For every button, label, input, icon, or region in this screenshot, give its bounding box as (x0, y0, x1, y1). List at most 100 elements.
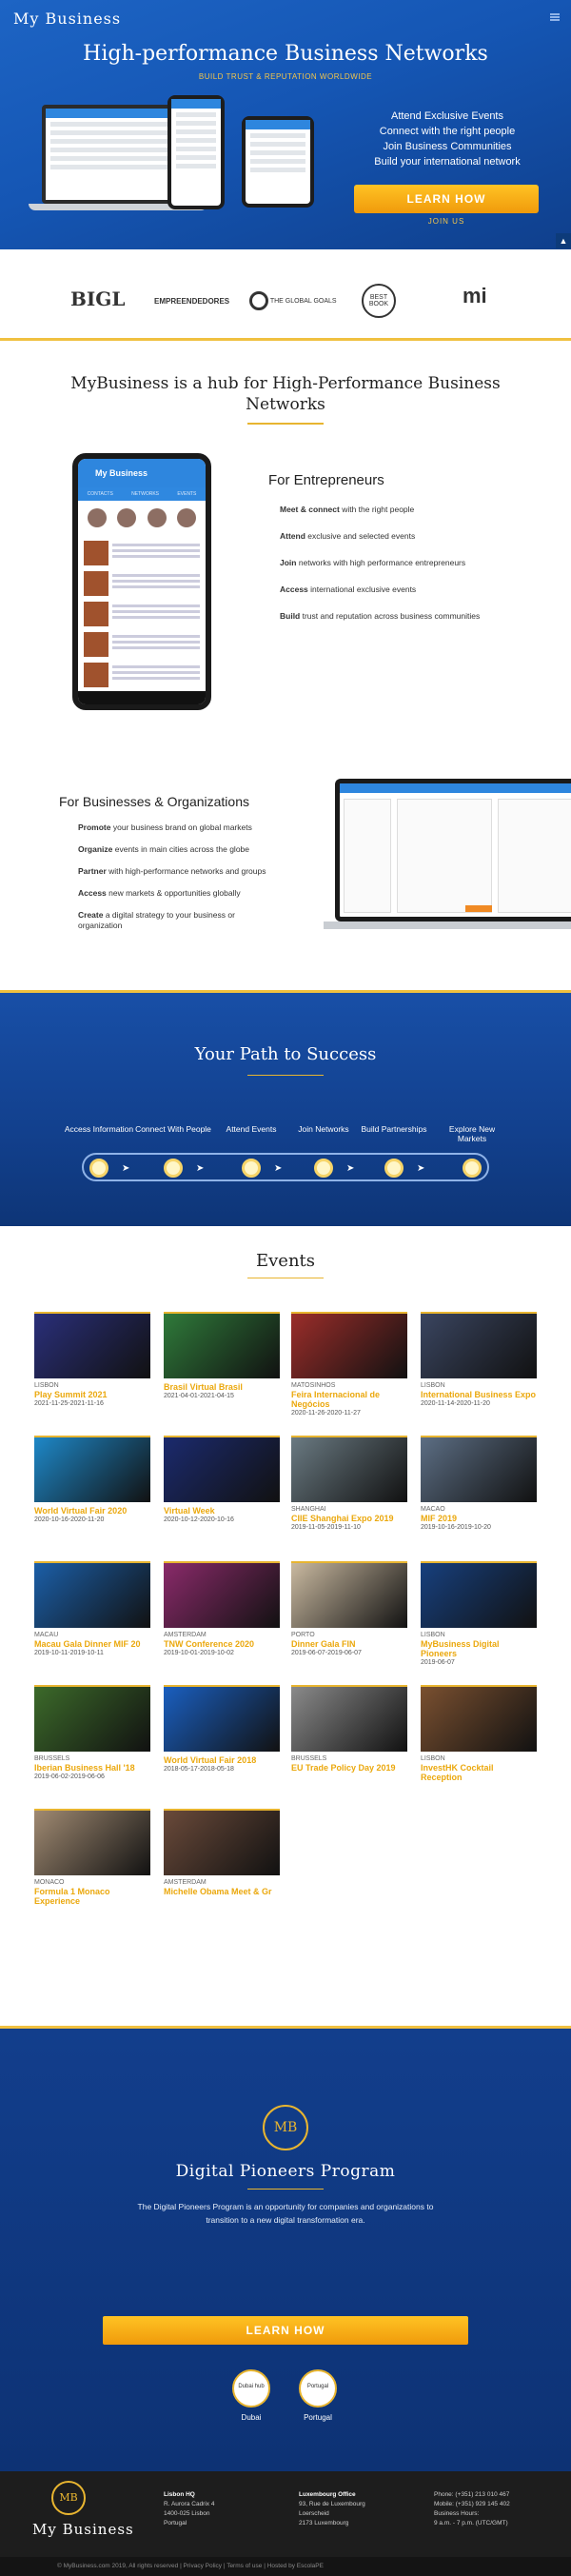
learn-how-button[interactable]: LEARN HOW (354, 185, 539, 213)
event-image[interactable] (164, 1436, 280, 1502)
event-image[interactable] (34, 1436, 150, 1502)
event-title[interactable]: Formula 1 Monaco Experience (34, 1887, 150, 1906)
phone-mockup (167, 95, 225, 209)
partner-logo: THE GLOBAL GOALS (249, 291, 337, 329)
event-title[interactable]: Feira Internacional de Negócios (291, 1390, 407, 1409)
partner-logo: EMPREENDEDORES (154, 297, 230, 306)
hero-benefit: Connect with the right people (379, 126, 516, 137)
event-title[interactable]: InvestHK Cocktail Reception (421, 1763, 537, 1782)
event-title[interactable]: World Virtual Fair 2018 (164, 1755, 280, 1765)
event-card[interactable]: MACAO MIF 2019 2019-10-16-2019-10-20 (421, 1436, 537, 1559)
event-title[interactable]: Play Summit 2021 (34, 1390, 150, 1399)
event-card[interactable]: MONACO Formula 1 Monaco Experience (34, 1809, 150, 1932)
path-step-label: Attend Events (226, 1124, 277, 1134)
list-item: Access new markets & opportunities globa… (78, 888, 241, 898)
event-card[interactable]: AMSTERDAM Michelle Obama Meet & Gr (164, 1809, 280, 1932)
chevron-up-icon[interactable]: ▲ (556, 233, 571, 248)
event-image[interactable] (164, 1561, 280, 1628)
hero-title: High-performance Business Networks (83, 42, 488, 66)
path-step-label: Join Networks (298, 1124, 349, 1134)
event-city: MACAO (421, 1506, 445, 1513)
list-item: Promote your business brand on global ma… (78, 822, 252, 832)
event-card[interactable]: MATOSINHOS Feira Internacional de Negócio… (291, 1312, 407, 1436)
path-node (89, 1159, 108, 1178)
event-title[interactable]: Dinner Gala FIN (291, 1639, 407, 1649)
event-card[interactable]: Brasil Virtual Brasil 2021-04-01-2021-04-… (164, 1312, 280, 1436)
event-date: 2019-10-11-2019-10-11 (34, 1650, 104, 1656)
hero-benefit: Build your international network (374, 156, 521, 168)
event-image[interactable] (164, 1312, 280, 1378)
event-card[interactable]: BRUSSELS EU Trade Policy Day 2019 (291, 1685, 407, 1809)
event-title[interactable]: EU Trade Policy Day 2019 (291, 1763, 407, 1773)
event-image[interactable] (291, 1685, 407, 1752)
event-image[interactable] (421, 1312, 537, 1378)
event-image[interactable] (164, 1685, 280, 1752)
join-us-link[interactable]: JOIN US (354, 217, 539, 226)
divider (247, 423, 324, 425)
footer-emblem: MB (51, 2481, 86, 2515)
event-image[interactable] (421, 1436, 537, 1502)
hamburger-icon[interactable] (550, 13, 560, 21)
event-title[interactable]: Macau Gala Dinner MIF 20 (34, 1639, 150, 1649)
event-card[interactable]: World Virtual Fair 2020 2020-10-16-2020-1… (34, 1436, 150, 1559)
event-image[interactable] (164, 1809, 280, 1875)
event-card[interactable]: PORTO Dinner Gala FIN 2019-06-07-2019-06-0… (291, 1561, 407, 1685)
event-city: LISBON (421, 1632, 445, 1638)
event-title[interactable]: World Virtual Fair 2020 (34, 1506, 150, 1516)
event-card[interactable]: World Virtual Fair 2018 2018-05-17-2018-0… (164, 1685, 280, 1809)
event-card[interactable]: Virtual Week 2020-10-12-2020-10-16 (164, 1436, 280, 1559)
event-image[interactable] (421, 1561, 537, 1628)
event-city: LISBON (421, 1382, 445, 1389)
event-title[interactable]: International Business Expo (421, 1390, 537, 1399)
event-card[interactable]: AMSTERDAM TNW Conference 2020 2019-10-01-2… (164, 1561, 280, 1685)
event-title[interactable]: TNW Conference 2020 (164, 1639, 280, 1649)
path-step-label: Explore New Markets (448, 1124, 496, 1143)
event-card[interactable]: LISBON International Business Expo 2020-11… (421, 1312, 537, 1436)
event-card[interactable]: MACAU Macau Gala Dinner MIF 20 2019-10-11-… (34, 1561, 150, 1685)
list-item: Attend exclusive and selected events (280, 531, 416, 541)
event-image[interactable] (291, 1312, 407, 1378)
event-card[interactable]: SHANGHAI CIIE Shanghai Expo 2019 2019-11-0… (291, 1436, 407, 1559)
phone-app-mockup: My Business CONTACTS NETWORKS EVENTS (72, 453, 211, 710)
event-image[interactable] (34, 1561, 150, 1628)
event-card[interactable]: LISBON MyBusiness Digital Pioneers 2019-06… (421, 1561, 537, 1685)
app-tab: EVENTS (177, 491, 197, 497)
footer-contact: Phone: (+351) 213 010 467 Mobile: (+351)… (434, 2491, 510, 2526)
footer-lisbon-address: Lisbon HQ R. Aurora Cadrix 4 1400-025 Li… (164, 2491, 215, 2526)
event-title[interactable]: Michelle Obama Meet & Gr (164, 1887, 280, 1896)
hero-section: My Business High-performance Business Ne… (0, 0, 571, 249)
event-title[interactable]: Virtual Week (164, 1506, 280, 1516)
dubai-hub-badge[interactable]: Dubai hub (232, 2369, 270, 2408)
event-date: 2019-06-07-2019-06-07 (291, 1650, 362, 1656)
event-image[interactable] (34, 1809, 150, 1875)
site-logo[interactable]: My Business (13, 10, 121, 28)
event-title[interactable]: Iberian Business Hall '18 (34, 1763, 150, 1773)
event-card[interactable]: LISBON InvestHK Cocktail Reception (421, 1685, 537, 1809)
footer-brand[interactable]: My Business (32, 2521, 134, 2538)
app-tab: CONTACTS (87, 491, 113, 497)
event-card[interactable]: BRUSSELS Iberian Business Hall '18 2019-06… (34, 1685, 150, 1809)
digital-description: The Digital Pioneers Program is an oppor… (137, 2202, 434, 2225)
event-image[interactable] (34, 1312, 150, 1378)
list-item: Organize events in main cities across th… (78, 844, 250, 854)
partners-strip: BIGL EMPREENDEDORES THE GLOBAL GOALS BES… (0, 268, 571, 341)
event-image[interactable] (291, 1436, 407, 1502)
partner-logo: BIGL (70, 287, 126, 310)
hub-label: Dubai (241, 2413, 262, 2422)
portugal-hub-badge[interactable]: Portugal (299, 2369, 337, 2408)
path-section: Your Path to Success Access Information … (0, 990, 571, 1226)
events-section: Events LISBON Play Summit 2021 2021-11-25-… (0, 1226, 571, 2026)
event-title[interactable]: MyBusiness Digital Pioneers (421, 1639, 537, 1658)
event-card[interactable]: LISBON Play Summit 2021 2021-11-25-2021-11… (34, 1312, 150, 1436)
learn-how-button[interactable]: LEARN HOW (103, 2316, 468, 2345)
event-city: BRUSSELS (34, 1755, 70, 1762)
app-tabs: CONTACTS NETWORKS EVENTS (78, 487, 206, 501)
event-title[interactable]: MIF 2019 (421, 1514, 537, 1523)
monitor-stand-graphic (324, 921, 571, 929)
event-image[interactable] (291, 1561, 407, 1628)
event-title[interactable]: CIIE Shanghai Expo 2019 (291, 1514, 407, 1523)
event-title[interactable]: Brasil Virtual Brasil (164, 1382, 280, 1392)
event-image[interactable] (421, 1685, 537, 1752)
event-date: 2019-06-02-2019-06-06 (34, 1773, 105, 1780)
event-image[interactable] (34, 1685, 150, 1752)
